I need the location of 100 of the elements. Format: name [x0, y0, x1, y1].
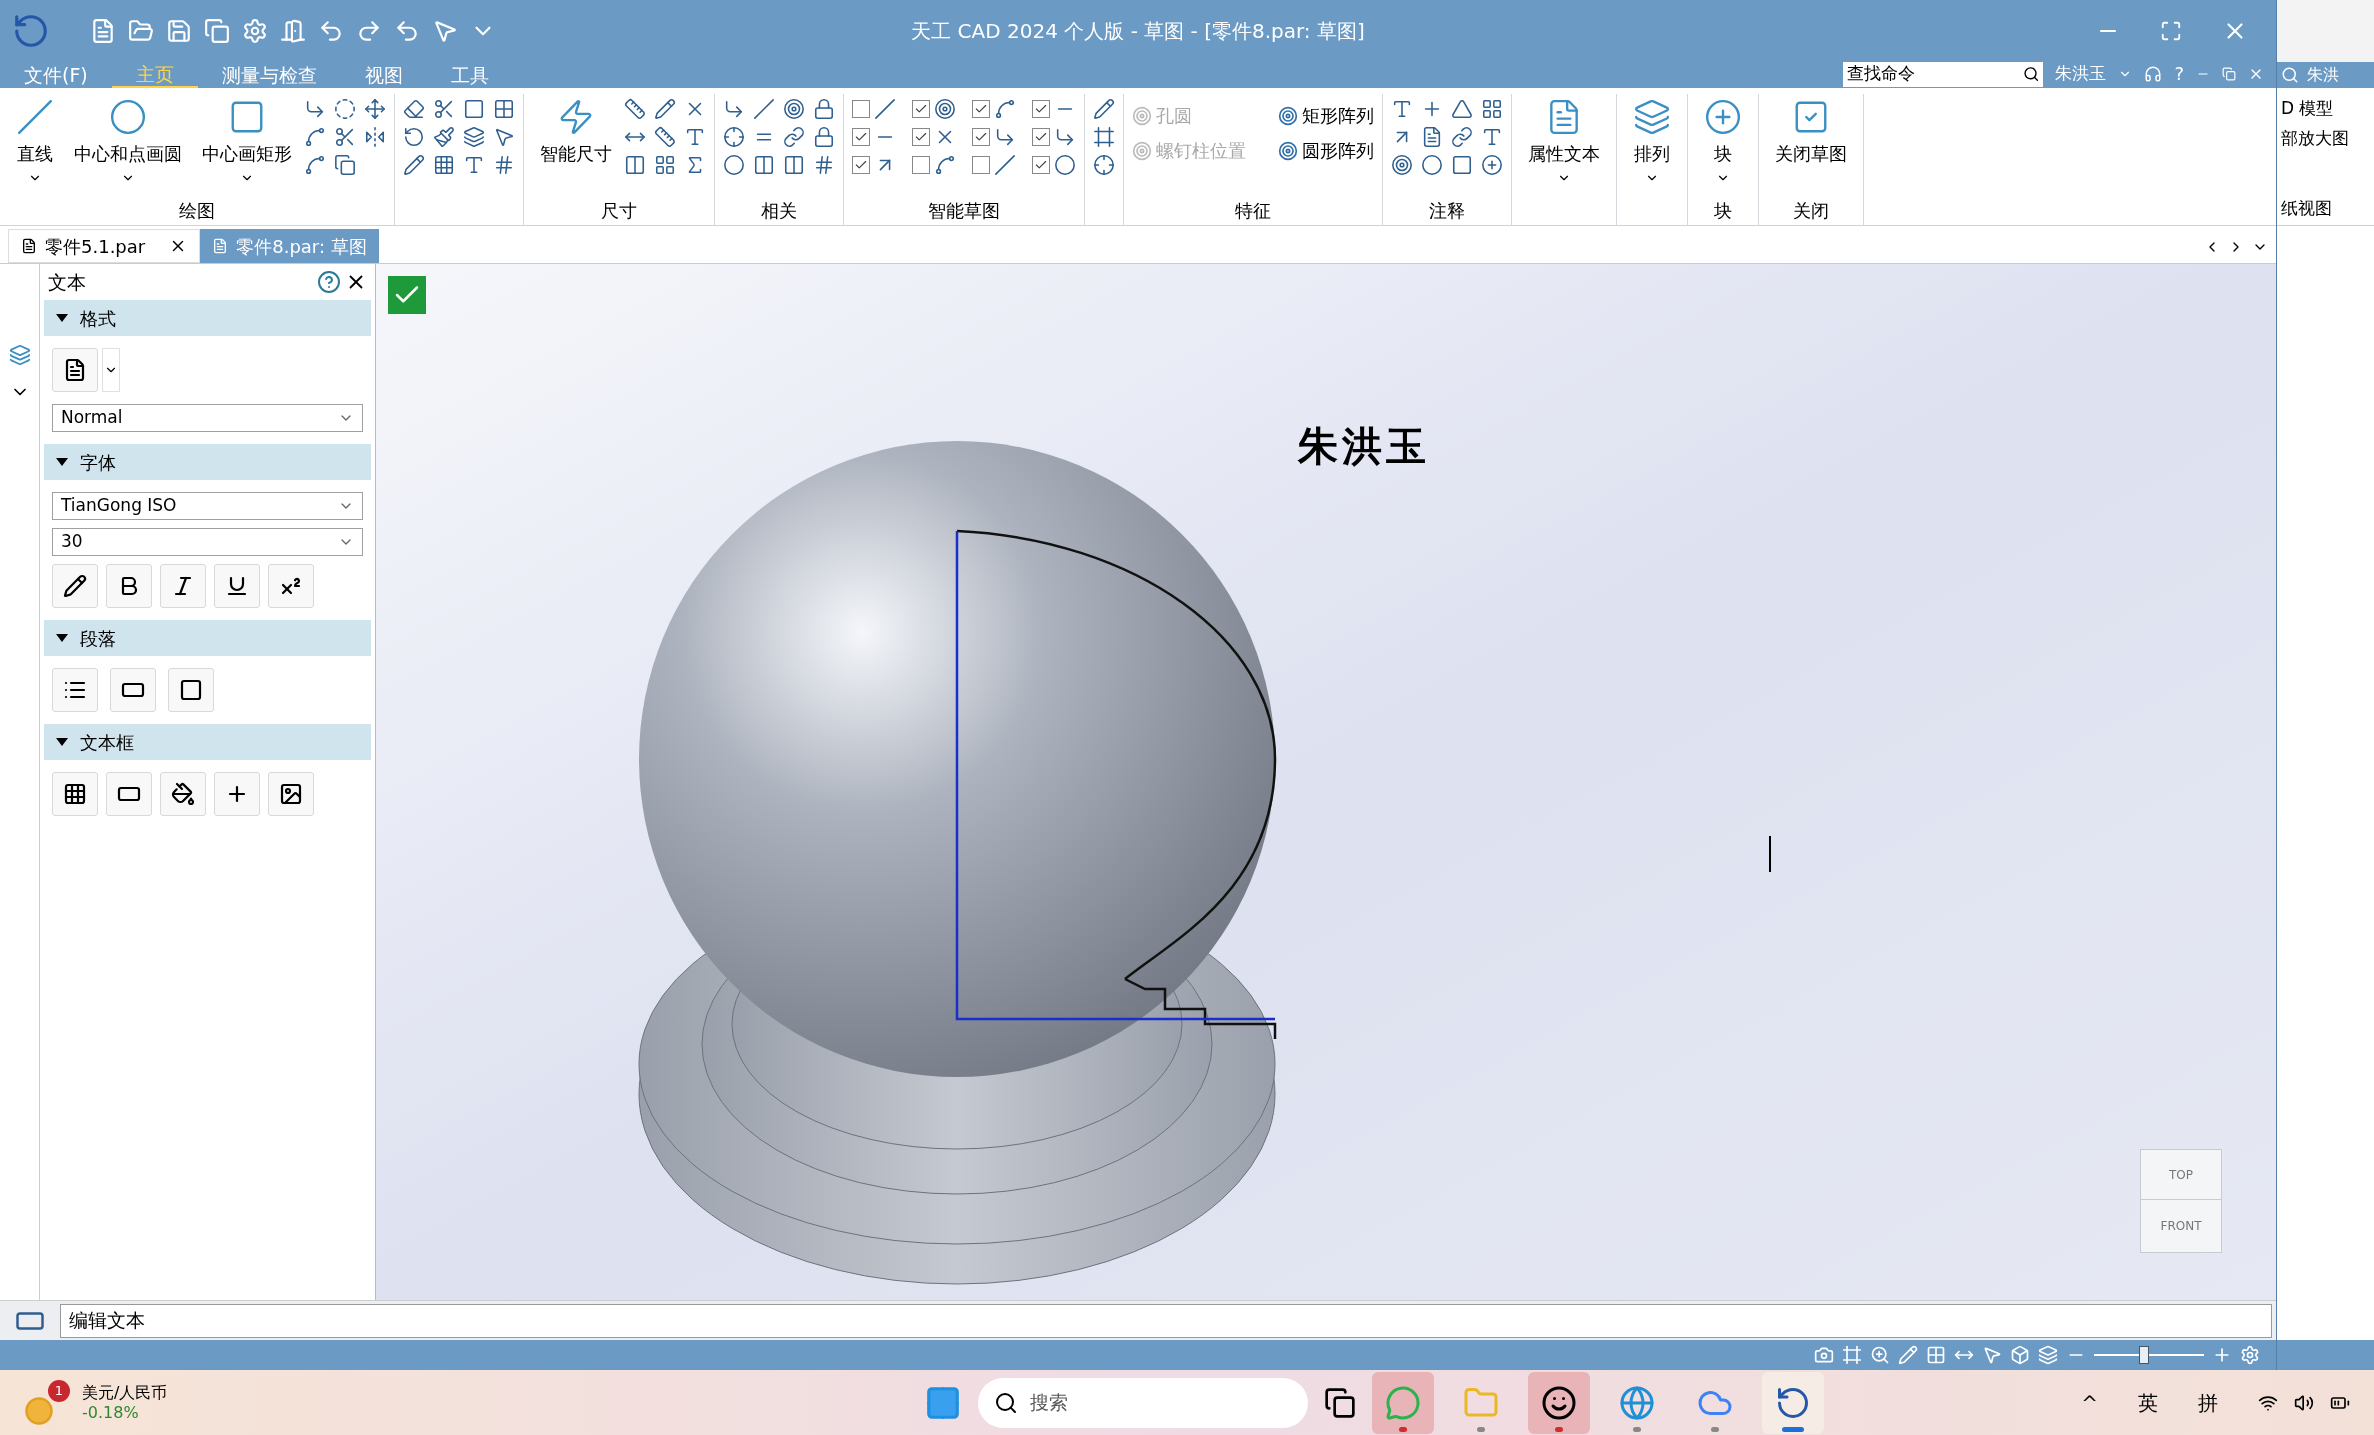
checkbox[interactable] — [912, 156, 930, 174]
trim-icon[interactable] — [433, 98, 455, 120]
taskbar-search-input[interactable]: 搜索 — [1030, 1388, 1292, 1417]
image-button[interactable] — [268, 772, 314, 816]
line-icon[interactable] — [874, 98, 896, 120]
move-icon[interactable] — [364, 98, 386, 120]
checkbox[interactable] — [972, 156, 990, 174]
circle-icon[interactable] — [1421, 154, 1443, 176]
checkbox[interactable] — [912, 128, 930, 146]
taskbar-search-field[interactable]: 搜索 — [978, 1377, 1308, 1428]
box-icon[interactable] — [2010, 1345, 2030, 1365]
fit-button[interactable] — [52, 772, 98, 816]
mirror-icon[interactable] — [364, 126, 386, 148]
scissors-icon[interactable] — [334, 126, 356, 148]
rotate-icon[interactable] — [403, 126, 425, 148]
bold-button[interactable] — [106, 564, 152, 608]
corner-icon[interactable] — [304, 98, 326, 120]
checkbox[interactable] — [972, 100, 990, 118]
view-cube[interactable]: TOP FRONT — [2140, 1149, 2222, 1253]
checkbox[interactable] — [1032, 128, 1050, 146]
columns-icon[interactable] — [624, 154, 646, 176]
checkbox[interactable] — [1032, 100, 1050, 118]
list-button[interactable] — [52, 668, 98, 712]
settings-icon[interactable] — [242, 18, 268, 44]
maximize-icon[interactable] — [2160, 20, 2182, 42]
copy-icon[interactable] — [204, 18, 230, 44]
settings-icon[interactable] — [2240, 1345, 2260, 1365]
language-indicator[interactable]: 英 — [2138, 1387, 2158, 1418]
concentric-icon[interactable] — [783, 98, 805, 120]
pencil-icon[interactable] — [654, 98, 676, 120]
textbox-button[interactable] — [110, 668, 156, 712]
redo-icon[interactable] — [356, 18, 382, 44]
curve-icon[interactable] — [994, 98, 1016, 120]
eraser-icon[interactable] — [403, 98, 425, 120]
section-header[interactable]: 文本框 — [44, 724, 371, 760]
ribbon-button[interactable]: 关闭草图 — [1767, 98, 1855, 194]
crosshair-icon[interactable] — [1093, 154, 1115, 176]
checkbox[interactable] — [972, 128, 990, 146]
open-folder-icon[interactable] — [128, 18, 154, 44]
ribbon-button[interactable]: 中心画矩形 — [194, 98, 300, 194]
frame-icon[interactable] — [1451, 154, 1473, 176]
taskbar-app[interactable] — [1528, 1371, 1590, 1434]
fill-button[interactable] — [160, 772, 206, 816]
pencil-icon[interactable] — [403, 154, 425, 176]
underline-button[interactable] — [214, 564, 260, 608]
ribbon-item[interactable]: D 模型 — [2281, 96, 2370, 122]
dashed-circle-icon[interactable] — [334, 98, 356, 120]
corner-icon[interactable] — [994, 126, 1016, 148]
checkbox[interactable] — [852, 156, 870, 174]
ribbon-button[interactable]: 中心和点画圆 — [66, 98, 190, 194]
tray-chevron[interactable]: ^ — [2081, 1387, 2098, 1418]
ribbon-button[interactable]: 属性文本 — [1520, 98, 1608, 194]
ime-indicator[interactable]: 拼 — [2198, 1387, 2218, 1418]
frame-icon[interactable] — [1093, 126, 1115, 148]
checkbox[interactable] — [852, 128, 870, 146]
ribbon-button[interactable]: 直线 — [8, 98, 62, 194]
text-icon[interactable] — [463, 154, 485, 176]
help-icon[interactable] — [317, 270, 341, 294]
task-view-icon[interactable] — [1324, 1386, 1356, 1419]
style-button[interactable] — [52, 348, 98, 392]
headset-icon[interactable] — [2144, 64, 2163, 83]
frame-button[interactable] — [106, 772, 152, 816]
command-field[interactable]: 编辑文本 — [60, 1303, 2272, 1338]
crosshair-icon[interactable] — [723, 126, 745, 148]
layout-icon[interactable] — [1481, 98, 1503, 120]
add-icon[interactable] — [1481, 154, 1503, 176]
section-header[interactable]: 字体 — [44, 444, 371, 480]
dropdown-field[interactable]: 30 — [52, 528, 363, 556]
grid-icon[interactable] — [493, 154, 515, 176]
text-color-button[interactable] — [52, 564, 98, 608]
checkbox[interactable] — [1032, 156, 1050, 174]
dropdown-field[interactable]: TianGong ISO — [52, 492, 363, 520]
layers-icon[interactable] — [463, 126, 485, 148]
volume-icon[interactable] — [2294, 1392, 2314, 1413]
arc-icon[interactable] — [934, 154, 956, 176]
table-icon[interactable] — [493, 98, 515, 120]
ruler-icon[interactable] — [624, 98, 646, 120]
square-icon[interactable] — [463, 98, 485, 120]
curve-icon[interactable] — [304, 126, 326, 148]
italic-button[interactable] — [160, 564, 206, 608]
ribbon-button[interactable]: 排列 — [1625, 98, 1679, 194]
link-icon[interactable] — [783, 126, 805, 148]
symbol-button[interactable] — [214, 772, 260, 816]
dropdown-field[interactable]: Normal — [52, 404, 363, 432]
ribbon-item[interactable]: 部放大图 — [2281, 125, 2370, 151]
accept-button[interactable] — [388, 276, 426, 314]
save-icon[interactable] — [166, 18, 192, 44]
link-icon[interactable] — [1451, 126, 1473, 148]
section-header[interactable]: 段落 — [44, 620, 371, 656]
target-icon[interactable] — [934, 98, 956, 120]
lock-icon[interactable] — [813, 98, 835, 120]
feature-button[interactable]: 圆形阵列 — [1278, 137, 1374, 164]
superscript-button[interactable] — [268, 564, 314, 608]
camera-icon[interactable] — [1814, 1345, 1834, 1365]
hatch-icon[interactable] — [433, 154, 455, 176]
pencil-icon[interactable] — [1093, 98, 1115, 120]
zoom-in-icon[interactable] — [1870, 1345, 1890, 1365]
corner-icon[interactable] — [723, 98, 745, 120]
grid-icon[interactable] — [1926, 1345, 1946, 1365]
checkbox[interactable] — [912, 100, 930, 118]
